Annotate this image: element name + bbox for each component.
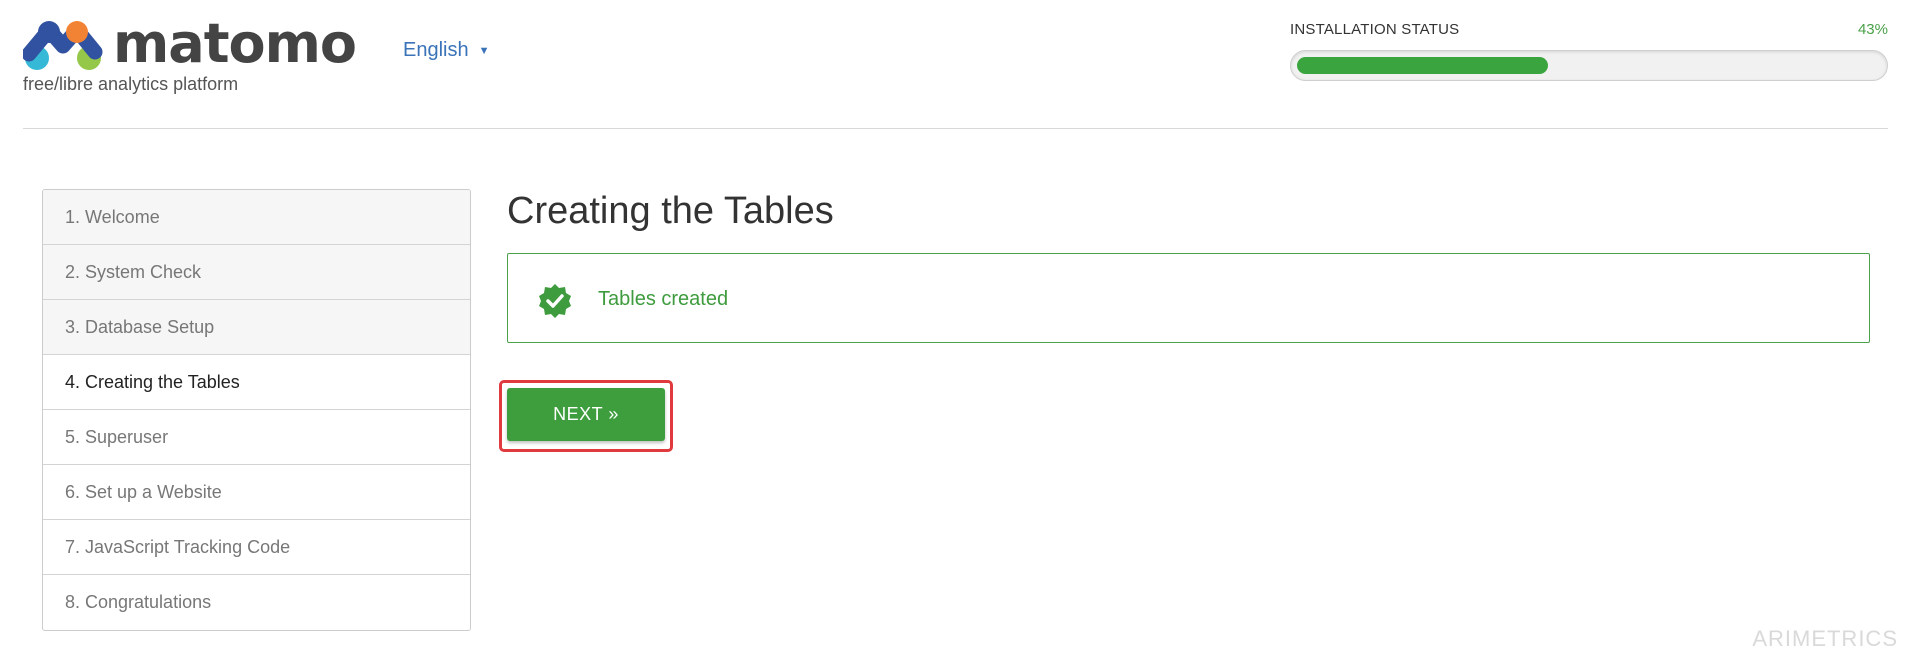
logo-tagline: free/libre analytics platform [23,74,239,94]
installation-steps: 1. Welcome 2. System Check 3. Database Set… [42,189,471,631]
step-item: 3. Database Setup [43,300,470,355]
success-notification: Tables created [507,253,1870,343]
installation-status-label: INSTALLATION STATUS [1290,21,1460,38]
success-message: Tables created [598,288,729,310]
step-item: 1. Welcome [43,190,470,245]
caret-down-icon: ▼ [478,44,490,57]
step-item: 2. System Check [43,245,470,300]
installation-progress-fill [1297,57,1548,74]
installation-percent: 43% [1857,21,1888,38]
step-item: 8. Congratulations [65,592,212,612]
step-item: 6. Set up a Website [43,465,470,520]
installation-progress-bar [1290,50,1888,81]
arimetrics-watermark: ARIMETRICS [1752,626,1898,651]
step-item: 4. Creating the Tables [43,355,470,410]
next-button[interactable]: NEXT » [507,388,665,441]
step-item: 7. JavaScript Tracking Code [43,520,470,575]
matomo-logo-icon [23,21,103,70]
page-title: Creating the Tables [507,190,834,232]
logo-wordmark: matomo [113,12,357,75]
header-divider [23,128,1888,129]
language-label: English [403,39,469,61]
language-selector[interactable]: English ▼ [403,39,490,62]
installer-page: matomo free/libre analytics platform Eng… [0,0,1920,663]
matomo-logo[interactable]: matomo free/libre analytics platform [23,12,363,98]
verified-check-icon [539,284,571,318]
step-item: 5. Superuser [43,410,470,465]
